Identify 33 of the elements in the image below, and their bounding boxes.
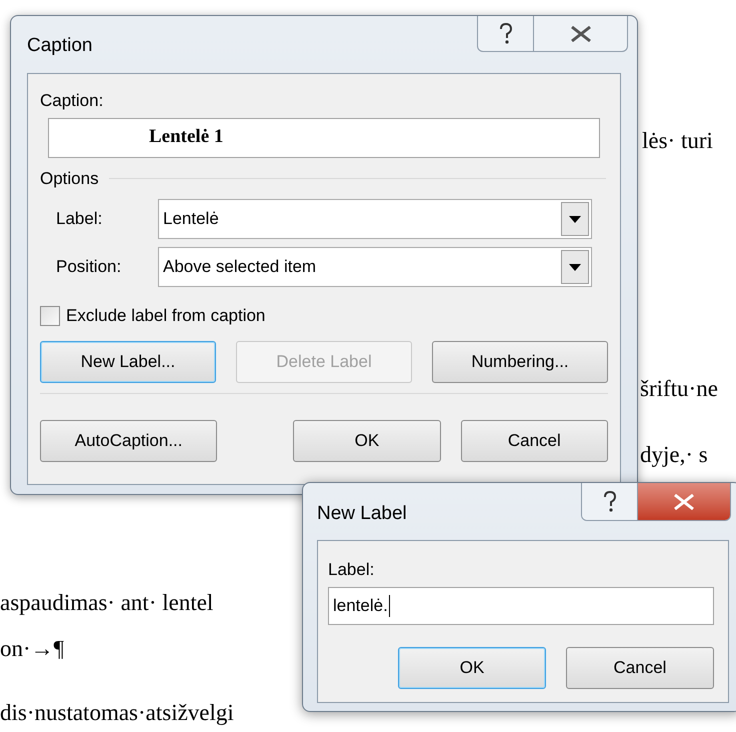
document-text: lės· turi	[642, 127, 713, 155]
label-field[interactable]: lentelė.	[328, 586, 714, 624]
field-label: Caption:	[40, 90, 104, 112]
window-title: Caption	[27, 34, 92, 58]
document-text: dyje,· s	[640, 441, 708, 469]
help-icon	[498, 22, 514, 44]
dialog-button[interactable]: OK	[398, 646, 546, 688]
checkbox[interactable]	[40, 306, 60, 326]
document-text: on·→¶	[0, 635, 64, 663]
dialog-button[interactable]: Numbering...	[432, 340, 608, 382]
window-title: New Label	[317, 502, 407, 526]
dialog-button[interactable]: AutoCaption...	[40, 420, 218, 462]
field-label: Position:	[56, 256, 122, 278]
document-text: dis·nustatomas·atsižvelgi	[0, 699, 234, 727]
field-label: Label:	[56, 208, 104, 230]
help-icon	[602, 490, 618, 512]
dropdown[interactable]: Lentelė	[158, 199, 592, 239]
section-heading: Options	[40, 168, 99, 190]
caption-field[interactable]: Lentelė 1	[48, 118, 600, 158]
close-icon	[570, 26, 592, 42]
field-label: Label:	[328, 559, 376, 581]
text-cursor	[388, 594, 390, 616]
close-icon	[673, 494, 695, 510]
help-button[interactable]	[582, 483, 638, 520]
dialog-button[interactable]: Cancel	[460, 420, 608, 462]
document-text: aspaudimas· ant· lentel	[0, 589, 214, 617]
dialog-button[interactable]: New Label...	[40, 340, 216, 382]
exclude-checkbox[interactable]: Exclude label from caption	[40, 303, 266, 328]
dropdown[interactable]: Above selected item	[158, 247, 592, 287]
close-button[interactable]	[638, 483, 730, 520]
dialog-button[interactable]: Cancel	[566, 646, 714, 688]
document-text: šriftu·ne	[640, 375, 718, 403]
dialog-button[interactable]: OK	[293, 420, 441, 462]
